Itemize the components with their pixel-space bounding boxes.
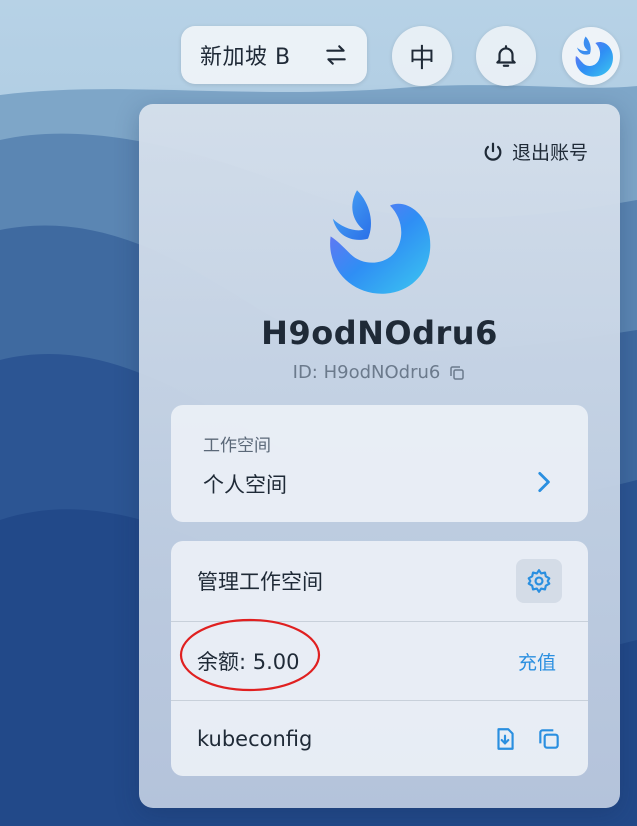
workspace-card[interactable]: 工作空间 个人空间 [171,405,588,522]
power-icon [484,142,502,161]
region-label: 新加坡 B [200,45,291,70]
bell-icon [496,45,516,67]
workspace-title: 工作空间 [203,436,271,456]
kubeconfig-row: kubeconfig [171,701,588,776]
balance-row: 余额: 5.00 充值 [171,622,588,701]
logout-button[interactable]: 退出账号 [482,138,588,165]
manage-workspace-button[interactable] [516,559,562,603]
copy-icon[interactable] [536,726,562,752]
user-avatar-logo [330,190,431,294]
manage-workspace-row: 管理工作空间 [171,541,588,622]
username: H9odNOdru6 [261,314,498,352]
current-workspace: 个人空间 [203,473,287,497]
account-panel: 退出账号 H9odNOdru6 ID: H9odNOdru6 工作空间 个人空间… [139,104,620,808]
kubeconfig-label: kubeconfig [197,726,313,751]
logout-label: 退出账号 [511,142,588,164]
language-label: 中 [408,43,435,74]
manage-workspace-label: 管理工作空间 [197,570,323,594]
user-id-text: ID: H9odNOdru6 [292,362,441,383]
user-id-row: ID: H9odNOdru6 [139,362,620,383]
region-selector-button[interactable]: 新加坡 B [181,26,367,84]
chevron-right-icon[interactable] [530,469,556,495]
user-avatar-button[interactable] [562,27,620,85]
top-bar: 新加坡 B 中 [0,24,637,88]
gear-icon [527,569,551,593]
copy-icon[interactable] [448,364,466,382]
download-file-icon[interactable] [492,726,518,752]
management-card: 管理工作空间 余额: 5.00 充值 kubeconfig [171,541,588,776]
swap-icon [326,45,346,65]
avatar-logo-icon [575,36,613,77]
language-toggle-button[interactable]: 中 [392,26,452,86]
recharge-link[interactable]: 充值 [518,648,556,675]
notifications-button[interactable] [476,26,536,86]
balance-label: 余额: 5.00 [197,650,300,674]
